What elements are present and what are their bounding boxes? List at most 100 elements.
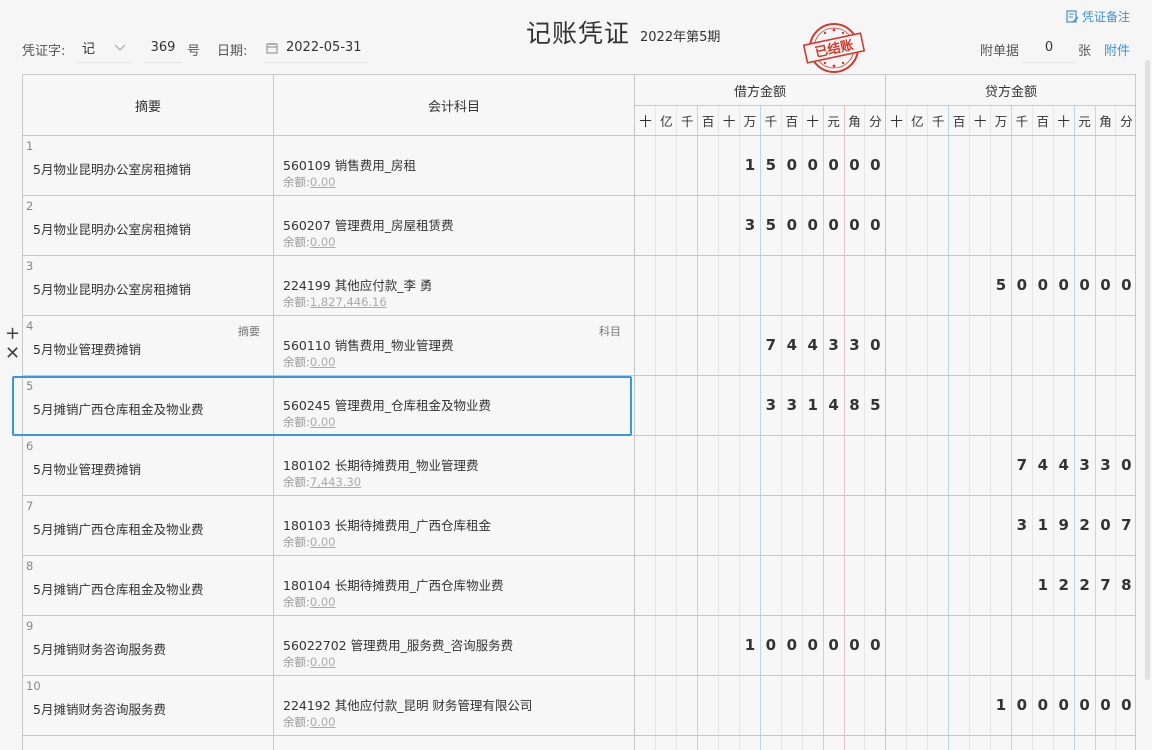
delete-row-button[interactable]: ✕: [5, 345, 20, 363]
summary-cell[interactable]: 5月物业昆明办公室房租摊销: [33, 219, 191, 238]
amount-unit-header: 十: [973, 114, 987, 129]
date-picker[interactable]: 2022-05-31: [264, 33, 368, 63]
account-cell[interactable]: 180103 长期待摊费用_广西仓库租金: [283, 515, 491, 534]
attachment-count-input[interactable]: 0: [1024, 33, 1074, 63]
debit-digit: 0: [786, 216, 798, 234]
debit-digit: 7: [765, 336, 777, 354]
account-cell[interactable]: 560207 管理费用_房屋租赁费: [283, 215, 453, 234]
summary-cell[interactable]: 5月摊销广西仓库租金及物业费: [33, 579, 203, 598]
summary-cell[interactable]: 5月物业昆明办公室房租摊销: [33, 279, 191, 298]
number-unit-label: 号: [187, 44, 201, 59]
account-cell[interactable]: 560109 销售费用_房租: [283, 155, 416, 174]
table-row[interactable]: 2 5月物业昆明办公室房租摊销 560207 管理费用_房屋租赁费 余额:0.00 3 5…: [23, 196, 1135, 256]
credit-digit: 0: [1016, 276, 1028, 294]
credit-digit: 7: [1100, 576, 1111, 594]
balance-label: 余额:: [283, 415, 310, 429]
table-row[interactable]: 5 5月摊销广西仓库租金及物业费 560245 管理费用_仓库租金及物业费 余额:0.…: [23, 376, 1135, 436]
account-balance: 余额:0.00: [283, 354, 335, 370]
balance-value[interactable]: 0.00: [310, 595, 336, 609]
debit-digit: 0: [807, 216, 818, 234]
chevron-down-icon: [114, 44, 126, 51]
column-header-account: 会计科目: [427, 99, 480, 115]
row-number: 1: [26, 139, 34, 153]
credit-digit: 0: [1079, 696, 1090, 714]
account-cell[interactable]: 560110 销售费用_物业管理费: [283, 335, 453, 354]
scrollbar-thumb[interactable]: [1145, 60, 1150, 680]
account-balance: 余额:7,443.30: [283, 474, 361, 490]
account-balance: 余额:0.00: [283, 234, 335, 250]
account-cell[interactable]: 180102 长期待摊费用_物业管理费: [283, 455, 478, 474]
balance-value[interactable]: 1,827,446.16: [310, 295, 387, 309]
balance-value[interactable]: 0.00: [310, 355, 336, 369]
balance-value[interactable]: 0.00: [310, 715, 336, 729]
balance-label: 余额:: [283, 535, 310, 549]
account-balance: 余额:0.00: [283, 534, 335, 550]
credit-digit: 2: [1058, 576, 1069, 594]
credit-digit: 9: [1058, 516, 1069, 534]
balance-value[interactable]: 7,443.30: [310, 475, 361, 489]
row-number: 2: [26, 199, 34, 213]
amount-unit-header: 千: [932, 114, 945, 129]
table-row[interactable]: 3 5月物业昆明办公室房租摊销 224199 其他应付款_李 勇余额:1,827,4…: [23, 256, 1135, 316]
credit-digit: 0: [1037, 696, 1049, 714]
amount-unit-header: 亿: [911, 114, 924, 129]
amount-unit-header: 百: [785, 114, 799, 129]
row-number: 10: [26, 679, 41, 693]
table-row[interactable]: 8 5月摊销广西仓库租金及物业费 180104 长期待摊费用_广西仓库物业费 余额:0…: [23, 556, 1135, 616]
voucher-remark-button[interactable]: 凭证备注: [1066, 8, 1130, 25]
table-row[interactable]: 6 5月物业管理费摊销 180102 长期待摊费用_物业管理费 余额:7,443.30…: [23, 436, 1135, 496]
account-cell[interactable]: 224199 其他应付款_李 勇: [283, 275, 432, 294]
debit-digit: 0: [849, 216, 860, 234]
summary-hint-button[interactable]: 摘要: [238, 323, 260, 339]
account-balance: 余额:0.00: [283, 174, 335, 190]
credit-digit: 1: [1037, 516, 1049, 534]
summary-cell[interactable]: 5月物业管理费摊销: [33, 459, 141, 478]
account-balance: 余额:1,827,446.16: [283, 294, 387, 310]
debit-digit: 0: [786, 636, 798, 654]
summary-cell[interactable]: 5月摊销广西仓库租金及物业费: [33, 519, 203, 538]
table-row[interactable]: 1 5月物业昆明办公室房租摊销 560109 销售费用_房租 余额:0.00 1 5 0 0 0…: [23, 136, 1135, 196]
attachment-link[interactable]: 附件: [1104, 40, 1130, 59]
summary-cell[interactable]: 5月物业管理费摊销: [33, 339, 141, 358]
attachment-count-label: 附单据: [980, 44, 1020, 59]
credit-digit: 4: [1058, 456, 1069, 474]
table-row[interactable]: 10 5月摊销财务咨询服务费 224192 其他应付款_昆明 财务管理有限公司 余额:…: [23, 676, 1135, 736]
debit-digit: 5: [765, 156, 777, 174]
amount-unit-header: 万: [743, 114, 757, 129]
add-row-button[interactable]: +: [5, 325, 20, 343]
voucher-entry-table: 摘要 会计科目 借方金额 贷方金额 十十亿亿千千百百十十万万千千百百十十元元角角…: [22, 74, 1136, 750]
row-number: 8: [26, 559, 34, 573]
debit-digit: 4: [807, 336, 818, 354]
summary-cell[interactable]: 5月摊销财务咨询服务费: [33, 639, 166, 658]
balance-value[interactable]: 0.00: [310, 175, 336, 189]
summary-cell[interactable]: 5月物业昆明办公室房租摊销: [33, 159, 191, 178]
balance-value[interactable]: 0.00: [310, 235, 336, 249]
account-cell[interactable]: 560245 管理费用_仓库租金及物业费: [283, 395, 491, 414]
balance-value[interactable]: 0.00: [310, 415, 336, 429]
summary-cell[interactable]: 5月摊销财务咨询服务费: [33, 699, 166, 718]
debit-digit: 3: [786, 396, 798, 414]
row-number: 7: [26, 499, 34, 513]
voucher-number-input[interactable]: 369: [144, 33, 182, 63]
summary-cell[interactable]: 5月摊销广西仓库租金及物业费: [33, 399, 203, 418]
debit-digit: 5: [870, 396, 881, 414]
credit-digit: 0: [1058, 696, 1069, 714]
row-number: 5: [26, 379, 34, 393]
table-row[interactable]: 9 5月摊销财务咨询服务费 56022702 管理费用_服务费_咨询服务费 余额:0.…: [23, 616, 1135, 676]
table-row[interactable]: 7 5月摊销广西仓库租金及物业费 180103 长期待摊费用_广西仓库租金 余额:0.…: [23, 496, 1135, 556]
account-balance: 余额:0.00: [283, 414, 335, 430]
voucher-word-select[interactable]: 记: [78, 33, 130, 63]
amount-unit-header: 分: [869, 114, 882, 129]
account-hint-button[interactable]: 科目: [599, 323, 621, 339]
vertical-scrollbar[interactable]: [1142, 0, 1152, 750]
debit-digit: 1: [807, 396, 818, 414]
account-cell[interactable]: 224192 其他应付款_昆明 财务管理有限公司: [283, 695, 532, 714]
amount-unit-header: 分: [1120, 114, 1133, 129]
balance-label: 余额:: [283, 715, 310, 729]
table-row[interactable]: 4 5月物业管理费摊销 560110 销售费用_物业管理费 余额:0.00 摘要 科目 7 4…: [23, 316, 1135, 376]
account-cell[interactable]: 56022702 管理费用_服务费_咨询服务费: [283, 635, 513, 654]
account-cell[interactable]: 180104 长期待摊费用_广西仓库物业费: [283, 575, 503, 594]
balance-value[interactable]: 0.00: [310, 535, 336, 549]
balance-value[interactable]: 0.00: [310, 655, 336, 669]
debit-digit: 0: [870, 336, 881, 354]
